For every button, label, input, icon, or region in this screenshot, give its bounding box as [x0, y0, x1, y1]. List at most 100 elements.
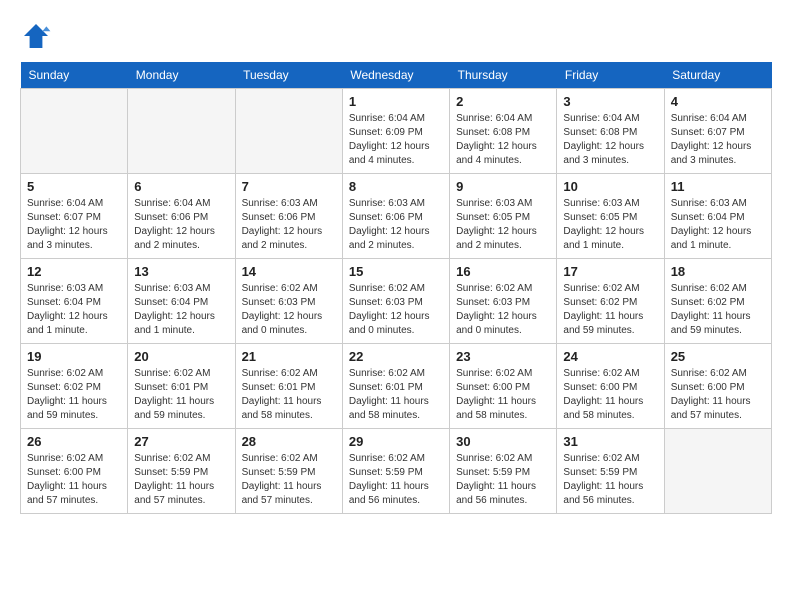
day-info: Sunrise: 6:02 AM Sunset: 6:01 PM Dayligh…: [349, 367, 443, 423]
day-number: 7: [242, 179, 336, 194]
day-info: Sunrise: 6:04 AM Sunset: 6:08 PM Dayligh…: [456, 112, 550, 168]
day-info: Sunrise: 6:02 AM Sunset: 6:01 PM Dayligh…: [134, 367, 228, 423]
day-number: 29: [349, 434, 443, 449]
day-info: Sunrise: 6:02 AM Sunset: 5:59 PM Dayligh…: [242, 452, 336, 508]
day-cell: 8 Sunrise: 6:03 AM Sunset: 6:06 PM Daylig…: [342, 174, 449, 259]
day-cell: 20 Sunrise: 6:02 AM Sunset: 6:01 PM Dayli…: [128, 344, 235, 429]
day-number: 17: [563, 264, 657, 279]
day-info: Sunrise: 6:02 AM Sunset: 6:00 PM Dayligh…: [671, 367, 765, 423]
day-info: Sunrise: 6:03 AM Sunset: 6:04 PM Dayligh…: [27, 282, 121, 338]
day-number: 1: [349, 94, 443, 109]
day-cell: 2 Sunrise: 6:04 AM Sunset: 6:08 PM Daylig…: [450, 89, 557, 174]
day-number: 8: [349, 179, 443, 194]
day-cell: 24Sunrise: 6:02 AM Sunset: 6:00 PM Dayli…: [557, 344, 664, 429]
page-header: [20, 20, 772, 52]
day-cell: 5 Sunrise: 6:04 AM Sunset: 6:07 PM Daylig…: [21, 174, 128, 259]
day-cell: 13 Sunrise: 6:03 AM Sunset: 6:04 PM Dayli…: [128, 259, 235, 344]
day-header-saturday: Saturday: [664, 62, 771, 89]
day-cell: 6 Sunrise: 6:04 AM Sunset: 6:06 PM Daylig…: [128, 174, 235, 259]
day-cell: 17 Sunrise: 6:02 AM Sunset: 6:02 PM Dayli…: [557, 259, 664, 344]
day-info: Sunrise: 6:03 AM Sunset: 6:06 PM Dayligh…: [349, 197, 443, 253]
day-number: 16: [456, 264, 550, 279]
week-row-3: 12Sunrise: 6:03 AM Sunset: 6:04 PM Dayli…: [21, 259, 772, 344]
day-cell: 31 Sunrise: 6:02 AM Sunset: 5:59 PM Dayli…: [557, 429, 664, 514]
day-info: Sunrise: 6:02 AM Sunset: 6:02 PM Dayligh…: [563, 282, 657, 338]
day-cell: 15 Sunrise: 6:02 AM Sunset: 6:03 PM Dayli…: [342, 259, 449, 344]
day-info: Sunrise: 6:03 AM Sunset: 6:04 PM Dayligh…: [134, 282, 228, 338]
day-info: Sunrise: 6:02 AM Sunset: 6:00 PM Dayligh…: [456, 367, 550, 423]
day-number: 13: [134, 264, 228, 279]
day-cell: 9Sunrise: 6:03 AM Sunset: 6:05 PM Daylig…: [450, 174, 557, 259]
day-number: 14: [242, 264, 336, 279]
day-number: 25: [671, 349, 765, 364]
day-number: 5: [27, 179, 121, 194]
day-cell: 27 Sunrise: 6:02 AM Sunset: 5:59 PM Dayli…: [128, 429, 235, 514]
week-row-2: 5 Sunrise: 6:04 AM Sunset: 6:07 PM Daylig…: [21, 174, 772, 259]
day-number: 6: [134, 179, 228, 194]
day-info: Sunrise: 6:02 AM Sunset: 5:59 PM Dayligh…: [563, 452, 657, 508]
day-number: 10: [563, 179, 657, 194]
day-cell: 11 Sunrise: 6:03 AM Sunset: 6:04 PM Dayli…: [664, 174, 771, 259]
day-info: Sunrise: 6:04 AM Sunset: 6:07 PM Dayligh…: [27, 197, 121, 253]
day-cell: 21 Sunrise: 6:02 AM Sunset: 6:01 PM Dayli…: [235, 344, 342, 429]
day-cell: [21, 89, 128, 174]
day-number: 23: [456, 349, 550, 364]
day-info: Sunrise: 6:03 AM Sunset: 6:05 PM Dayligh…: [563, 197, 657, 253]
day-number: 2: [456, 94, 550, 109]
day-number: 21: [242, 349, 336, 364]
day-number: 19: [27, 349, 121, 364]
day-number: 20: [134, 349, 228, 364]
day-cell: 28Sunrise: 6:02 AM Sunset: 5:59 PM Dayli…: [235, 429, 342, 514]
day-info: Sunrise: 6:04 AM Sunset: 6:08 PM Dayligh…: [563, 112, 657, 168]
day-number: 31: [563, 434, 657, 449]
day-cell: 19 Sunrise: 6:02 AM Sunset: 6:02 PM Dayli…: [21, 344, 128, 429]
day-number: 30: [456, 434, 550, 449]
day-number: 9: [456, 179, 550, 194]
calendar-table: SundayMondayTuesdayWednesdayThursdayFrid…: [20, 62, 772, 514]
day-number: 3: [563, 94, 657, 109]
day-info: Sunrise: 6:03 AM Sunset: 6:06 PM Dayligh…: [242, 197, 336, 253]
header-row: SundayMondayTuesdayWednesdayThursdayFrid…: [21, 62, 772, 89]
day-number: 22: [349, 349, 443, 364]
day-number: 26: [27, 434, 121, 449]
day-info: Sunrise: 6:04 AM Sunset: 6:06 PM Dayligh…: [134, 197, 228, 253]
day-cell: 25 Sunrise: 6:02 AM Sunset: 6:00 PM Dayli…: [664, 344, 771, 429]
day-header-friday: Friday: [557, 62, 664, 89]
day-cell: 16 Sunrise: 6:02 AM Sunset: 6:03 PM Dayli…: [450, 259, 557, 344]
day-info: Sunrise: 6:02 AM Sunset: 6:00 PM Dayligh…: [563, 367, 657, 423]
day-cell: 4Sunrise: 6:04 AM Sunset: 6:07 PM Daylig…: [664, 89, 771, 174]
week-row-4: 19 Sunrise: 6:02 AM Sunset: 6:02 PM Dayli…: [21, 344, 772, 429]
day-info: Sunrise: 6:02 AM Sunset: 6:02 PM Dayligh…: [671, 282, 765, 338]
day-number: 27: [134, 434, 228, 449]
day-info: Sunrise: 6:04 AM Sunset: 6:09 PM Dayligh…: [349, 112, 443, 168]
logo-icon: [20, 20, 52, 52]
day-cell: 23 Sunrise: 6:02 AM Sunset: 6:00 PM Dayli…: [450, 344, 557, 429]
day-cell: 18 Sunrise: 6:02 AM Sunset: 6:02 PM Dayli…: [664, 259, 771, 344]
day-number: 15: [349, 264, 443, 279]
day-info: Sunrise: 6:02 AM Sunset: 5:59 PM Dayligh…: [456, 452, 550, 508]
day-number: 18: [671, 264, 765, 279]
day-header-monday: Monday: [128, 62, 235, 89]
day-cell: 12Sunrise: 6:03 AM Sunset: 6:04 PM Dayli…: [21, 259, 128, 344]
week-row-5: 26 Sunrise: 6:02 AM Sunset: 6:00 PM Dayli…: [21, 429, 772, 514]
day-cell: 26 Sunrise: 6:02 AM Sunset: 6:00 PM Dayli…: [21, 429, 128, 514]
week-row-1: 1 Sunrise: 6:04 AM Sunset: 6:09 PM Daylig…: [21, 89, 772, 174]
day-number: 11: [671, 179, 765, 194]
day-info: Sunrise: 6:03 AM Sunset: 6:04 PM Dayligh…: [671, 197, 765, 253]
day-cell: 14Sunrise: 6:02 AM Sunset: 6:03 PM Dayli…: [235, 259, 342, 344]
day-cell: 22 Sunrise: 6:02 AM Sunset: 6:01 PM Dayli…: [342, 344, 449, 429]
day-info: Sunrise: 6:02 AM Sunset: 6:03 PM Dayligh…: [349, 282, 443, 338]
logo: [20, 20, 56, 52]
day-info: Sunrise: 6:02 AM Sunset: 6:01 PM Dayligh…: [242, 367, 336, 423]
day-header-sunday: Sunday: [21, 62, 128, 89]
day-cell: [664, 429, 771, 514]
day-cell: 3 Sunrise: 6:04 AM Sunset: 6:08 PM Daylig…: [557, 89, 664, 174]
day-info: Sunrise: 6:04 AM Sunset: 6:07 PM Dayligh…: [671, 112, 765, 168]
day-cell: [128, 89, 235, 174]
day-header-thursday: Thursday: [450, 62, 557, 89]
day-info: Sunrise: 6:02 AM Sunset: 6:03 PM Dayligh…: [456, 282, 550, 338]
day-info: Sunrise: 6:02 AM Sunset: 6:02 PM Dayligh…: [27, 367, 121, 423]
day-info: Sunrise: 6:02 AM Sunset: 6:00 PM Dayligh…: [27, 452, 121, 508]
day-info: Sunrise: 6:02 AM Sunset: 5:59 PM Dayligh…: [349, 452, 443, 508]
day-info: Sunrise: 6:02 AM Sunset: 5:59 PM Dayligh…: [134, 452, 228, 508]
